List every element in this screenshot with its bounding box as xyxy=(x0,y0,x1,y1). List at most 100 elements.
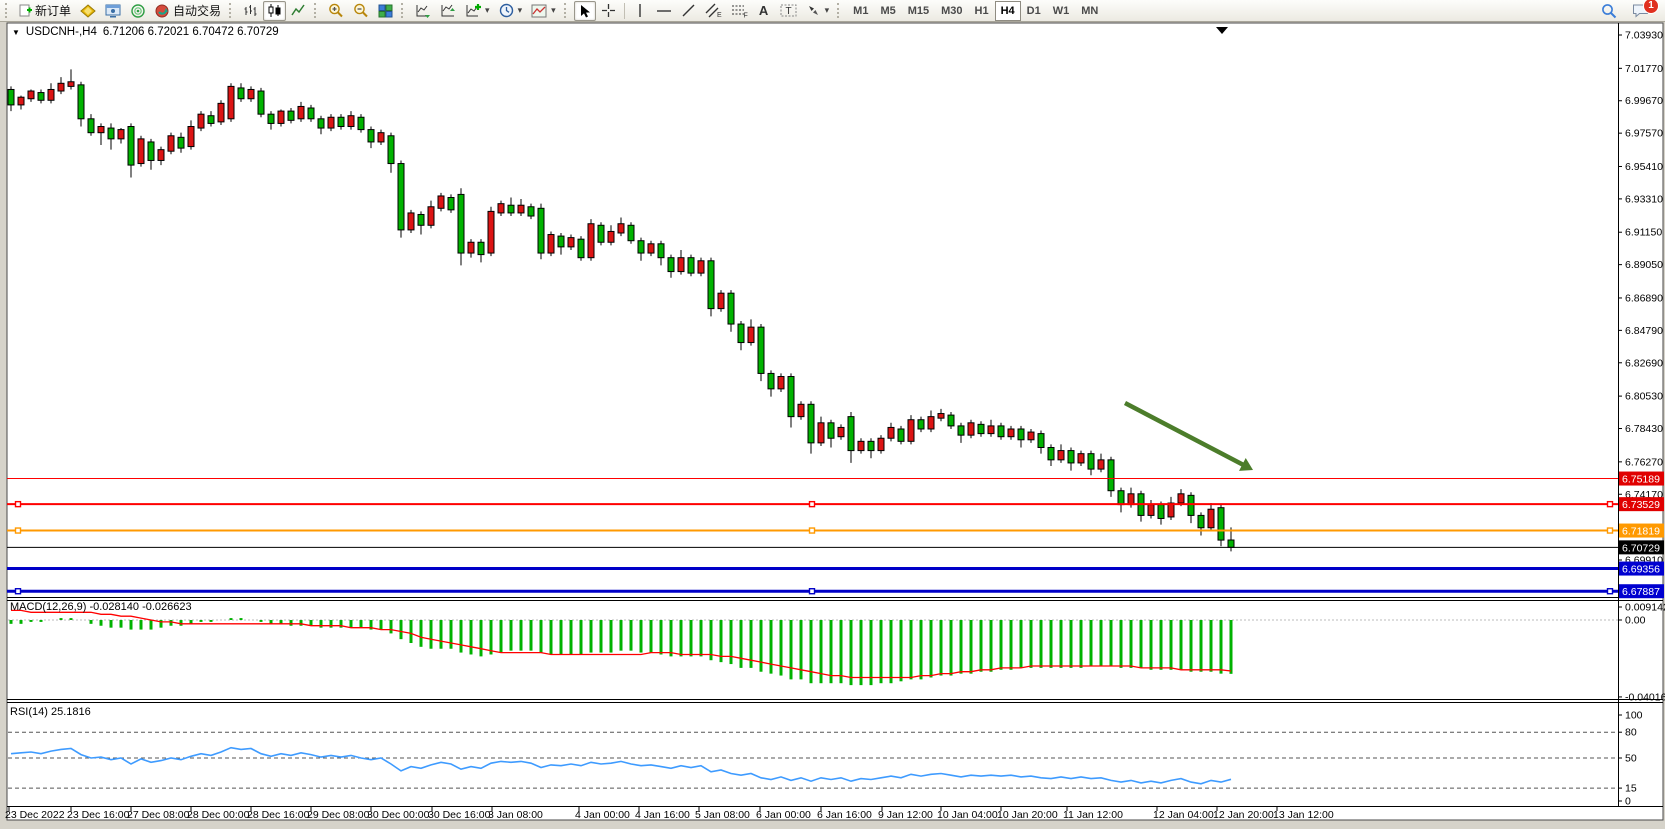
svg-text:0.009142: 0.009142 xyxy=(1625,602,1665,614)
macd-indicator-label: MACD(12,26,9) -0.028140 -0.026623 xyxy=(10,601,192,613)
toolbar-grip[interactable] xyxy=(564,3,570,18)
timeframe-toolbar: M1M5M15M30H1H4D1W1MN xyxy=(847,1,1104,21)
auto-trading-label: 自动交易 xyxy=(173,2,221,19)
timeframe-button-M15[interactable]: M15 xyxy=(902,1,935,21)
tile-windows-icon xyxy=(378,4,393,18)
indicators-button[interactable]: ▾ xyxy=(461,1,494,21)
auto-trading-button[interactable]: 自动交易 xyxy=(151,1,225,21)
chart-shift-icon xyxy=(440,3,456,18)
svg-text:6.82690: 6.82690 xyxy=(1625,357,1663,369)
chart-menu-triangle-icon[interactable]: ▼ xyxy=(12,28,20,37)
svg-text:6.67887: 6.67887 xyxy=(1622,586,1660,598)
search-button[interactable] xyxy=(1597,1,1621,21)
svg-text:13 Jan 12:00: 13 Jan 12:00 xyxy=(1273,809,1334,821)
svg-text:7.01770: 7.01770 xyxy=(1625,63,1663,75)
text-label-button[interactable]: T xyxy=(776,1,801,21)
channel-icon: E xyxy=(705,3,722,18)
svg-text:0.00: 0.00 xyxy=(1625,615,1646,627)
equidistant-channel-button[interactable]: E xyxy=(701,1,726,21)
trendline-icon xyxy=(681,3,696,18)
crosshair-icon xyxy=(601,3,616,18)
indicators-icon xyxy=(465,3,481,18)
vertical-line-icon xyxy=(634,3,646,18)
trendline-button[interactable] xyxy=(677,1,700,21)
timeframe-button-MN[interactable]: MN xyxy=(1075,1,1104,21)
svg-text:6.75189: 6.75189 xyxy=(1622,474,1660,486)
rsi-indicator-label: RSI(14) 25.1816 xyxy=(10,706,91,718)
timeframe-button-D1[interactable]: D1 xyxy=(1021,1,1047,21)
svg-text:6 Jan 16:00: 6 Jan 16:00 xyxy=(817,809,872,821)
toolbar-grip[interactable] xyxy=(5,3,11,18)
svg-text:29 Dec 08:00: 29 Dec 08:00 xyxy=(307,809,370,821)
text-button[interactable]: A xyxy=(753,1,775,21)
svg-text:F: F xyxy=(743,13,747,19)
auto-scroll-icon xyxy=(415,3,431,18)
vertical-line-button[interactable] xyxy=(629,1,651,21)
notifications-button[interactable]: 1 xyxy=(1628,1,1653,21)
svg-text:12 Jan 20:00: 12 Jan 20:00 xyxy=(1213,809,1274,821)
chevron-down-icon: ▾ xyxy=(825,5,830,16)
svg-text:10 Jan 20:00: 10 Jan 20:00 xyxy=(997,809,1058,821)
timeframe-button-M30[interactable]: M30 xyxy=(935,1,968,21)
svg-text:6.93310: 6.93310 xyxy=(1625,193,1663,205)
periods-button[interactable]: ▾ xyxy=(495,1,527,21)
arrows-button[interactable]: ▾ xyxy=(802,1,834,21)
bar-chart-button[interactable] xyxy=(239,1,262,21)
monitor-icon xyxy=(105,4,121,18)
notification-badge: 1 xyxy=(1643,0,1659,14)
svg-text:6.70729: 6.70729 xyxy=(1622,542,1660,554)
tile-windows-button[interactable] xyxy=(374,1,397,21)
toolbar-grip[interactable] xyxy=(314,3,320,18)
svg-text:3 Jan 08:00: 3 Jan 08:00 xyxy=(488,809,543,821)
gold-widget-button[interactable] xyxy=(76,1,100,21)
svg-text:30 Dec 16:00: 30 Dec 16:00 xyxy=(428,809,491,821)
timeframe-button-M1[interactable]: M1 xyxy=(847,1,874,21)
timeframe-button-M5[interactable]: M5 xyxy=(874,1,901,21)
chart-shift-button[interactable] xyxy=(436,1,460,21)
auto-trading-icon xyxy=(155,4,170,18)
templates-button[interactable]: ▾ xyxy=(527,1,560,21)
svg-text:9 Jan 12:00: 9 Jan 12:00 xyxy=(878,809,933,821)
chevron-down-icon: ▾ xyxy=(485,5,490,16)
svg-text:80: 80 xyxy=(1625,727,1637,739)
svg-text:4 Jan 16:00: 4 Jan 16:00 xyxy=(635,809,690,821)
chart-symbol-period: USDCNH-,H4 xyxy=(26,26,97,38)
signal-widget-button[interactable] xyxy=(126,1,150,21)
candlestick-chart-icon xyxy=(267,3,282,18)
svg-text:7.03930: 7.03930 xyxy=(1625,30,1663,42)
cursor-button[interactable] xyxy=(574,1,596,21)
timeframe-button-W1[interactable]: W1 xyxy=(1047,1,1076,21)
toolbar-grip[interactable] xyxy=(837,3,843,18)
svg-text:6.86890: 6.86890 xyxy=(1625,292,1663,304)
zoom-out-button[interactable] xyxy=(349,1,373,21)
svg-text:6.78430: 6.78430 xyxy=(1625,423,1663,435)
toolbar-grip[interactable] xyxy=(401,3,407,18)
timeframe-button-H1[interactable]: H1 xyxy=(969,1,995,21)
new-order-button[interactable]: 新订单 xyxy=(15,1,75,21)
zoom-out-icon xyxy=(353,3,369,18)
line-chart-icon xyxy=(291,3,306,18)
svg-text:23 Dec 16:00: 23 Dec 16:00 xyxy=(67,809,130,821)
zoom-in-button[interactable] xyxy=(324,1,348,21)
fibonacci-button[interactable]: F xyxy=(727,1,752,21)
horizontal-line-icon xyxy=(656,4,672,18)
svg-text:0: 0 xyxy=(1625,796,1631,808)
svg-text:6 Jan 00:00: 6 Jan 00:00 xyxy=(756,809,811,821)
horizontal-line-button[interactable] xyxy=(652,1,676,21)
crosshair-button[interactable] xyxy=(597,1,620,21)
svg-text:23 Dec 2022: 23 Dec 2022 xyxy=(5,809,65,821)
trading-terminal: { "toolbar": { "new_order_label": "新订单",… xyxy=(0,0,1665,829)
toolbar-grip[interactable] xyxy=(229,3,235,18)
svg-text:4 Jan 00:00: 4 Jan 00:00 xyxy=(575,809,630,821)
clock-icon xyxy=(499,3,514,18)
svg-text:6.91150: 6.91150 xyxy=(1625,227,1662,239)
auto-scroll-button[interactable] xyxy=(411,1,435,21)
timeframe-button-H4[interactable]: H4 xyxy=(995,1,1021,21)
toolbar-separator xyxy=(624,3,625,19)
svg-text:11 Jan 12:00: 11 Jan 12:00 xyxy=(1063,809,1123,821)
line-chart-button[interactable] xyxy=(287,1,310,21)
svg-text:T: T xyxy=(785,6,791,17)
monitor-widget-button[interactable] xyxy=(101,1,125,21)
candlestick-chart-button[interactable] xyxy=(263,1,286,21)
svg-text:100: 100 xyxy=(1625,710,1643,722)
